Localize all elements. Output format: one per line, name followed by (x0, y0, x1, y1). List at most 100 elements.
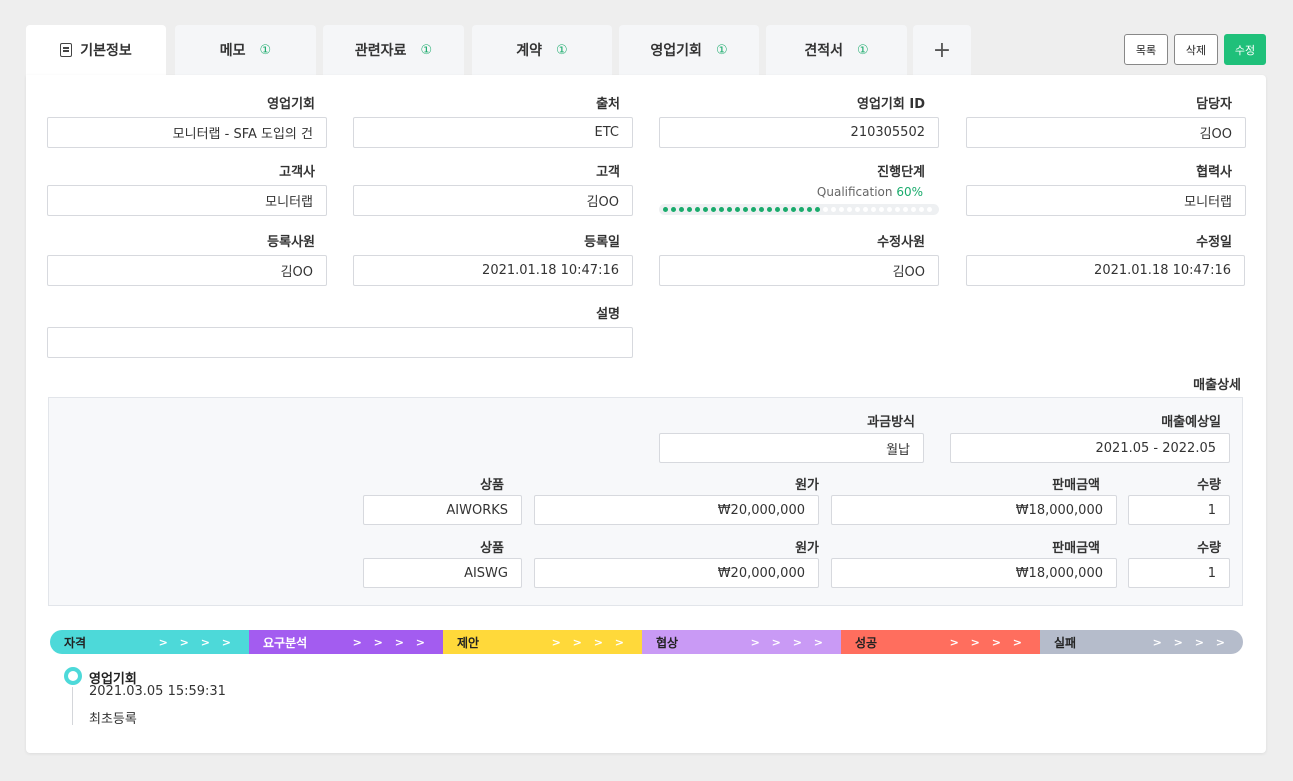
pipeline-stage-bar: 자격 > > > > 요구분석 > > > > 제안 > > > > 협상 > … (50, 630, 1243, 654)
progress-dot (735, 207, 740, 212)
owner-field[interactable]: 김OO (966, 117, 1246, 148)
add-tab-button[interactable]: + (913, 25, 971, 75)
progress-dot (791, 207, 796, 212)
price-field[interactable]: ₩18,000,000 (831, 558, 1117, 588)
opportunity-field[interactable]: 모니터랩 - SFA 도입의 건 (47, 117, 327, 148)
progress-dot (831, 207, 836, 212)
timeline-line (72, 687, 73, 725)
cost-field[interactable]: ₩20,000,000 (534, 558, 819, 588)
progress-dot (775, 207, 780, 212)
owner-label: 담당자 (1196, 97, 1232, 112)
progress-dot (743, 207, 748, 212)
stage-percent: 60% (896, 185, 923, 199)
qty-field[interactable]: 1 (1128, 558, 1230, 588)
progress-dot (871, 207, 876, 212)
stage-needs-analysis[interactable]: 요구분석 > > > > (249, 630, 443, 654)
progress-dot (927, 207, 932, 212)
progress-dot (783, 207, 788, 212)
tab-memo[interactable]: 메모 ① (175, 25, 316, 75)
sales-detail-box: 과금방식 월납 매출예상일 2021.05 - 2022.05 상품 AIWOR… (48, 397, 1243, 606)
progress-dot (823, 207, 828, 212)
stage-negotiation[interactable]: 협상 > > > > (642, 630, 841, 654)
description-label: 설명 (596, 307, 620, 322)
progress-dot (703, 207, 708, 212)
chevrons-icon: > > > > (949, 635, 1026, 649)
opportunity-label: 영업기회 (267, 97, 315, 112)
stage-label: 실패 (1054, 635, 1077, 650)
list-button[interactable]: 목록 (1124, 34, 1168, 65)
count-badge: ① (715, 42, 728, 58)
price-label: 판매금액 (1052, 541, 1100, 556)
partner-field[interactable]: 모니터랩 (966, 185, 1246, 216)
company-field[interactable]: 모니터랩 (47, 185, 327, 216)
progress-dot (751, 207, 756, 212)
stage-proposal[interactable]: 제안 > > > > (443, 630, 642, 654)
edit-button[interactable]: 수정 (1224, 34, 1266, 65)
stage-name: Qualification (816, 185, 893, 199)
price-field[interactable]: ₩18,000,000 (831, 495, 1117, 525)
progress-dot (671, 207, 676, 212)
tab-label: 영업기회 (650, 43, 702, 59)
stage-won[interactable]: 성공 > > > > (841, 630, 1040, 654)
registrar-label: 등록사원 (267, 235, 315, 250)
billing-field[interactable]: 월납 (659, 433, 924, 463)
chevrons-icon: > > > > (1152, 635, 1229, 649)
progress-dot (687, 207, 692, 212)
customer-label: 고객 (596, 165, 620, 180)
plus-icon: + (932, 37, 952, 63)
count-badge: ① (259, 42, 272, 58)
registrar-field[interactable]: 김OO (47, 255, 327, 286)
modifier-field[interactable]: 김OO (659, 255, 939, 286)
count-badge: ① (856, 42, 869, 58)
chevrons-icon: > > > > (750, 635, 827, 649)
progress-dot (919, 207, 924, 212)
expected-date-field[interactable]: 2021.05 - 2022.05 (950, 433, 1230, 463)
stage-label: 진행단계 (877, 165, 925, 180)
progress-dot (895, 207, 900, 212)
cost-label: 원가 (795, 478, 819, 493)
progress-dot (839, 207, 844, 212)
progress-dot (903, 207, 908, 212)
chevrons-icon: > > > > (551, 635, 628, 649)
tab-basic-info[interactable]: 기본정보 (26, 25, 166, 75)
cost-field[interactable]: ₩20,000,000 (534, 495, 819, 525)
chevrons-icon: > > > > (158, 635, 235, 649)
tab-contract[interactable]: 계약 ① (472, 25, 612, 75)
modified-at-field[interactable]: 2021.01.18 10:47:16 (966, 255, 1245, 286)
tab-quote[interactable]: 견적서 ① (766, 25, 907, 75)
partner-label: 협력사 (1196, 165, 1232, 180)
opportunity-id-field[interactable]: 210305502 (659, 117, 939, 148)
tab-opportunity[interactable]: 영업기회 ① (619, 25, 759, 75)
stage-label: 자격 (64, 635, 87, 650)
billing-label: 과금방식 (867, 415, 915, 430)
product-label: 상품 (480, 478, 504, 493)
tab-related-docs[interactable]: 관련자료 ① (323, 25, 464, 75)
progress-dot (911, 207, 916, 212)
detail-panel: 영업기회 모니터랩 - SFA 도입의 건 출처 ETC 영업기회 ID 210… (26, 75, 1266, 753)
stage-lost[interactable]: 실패 > > > > (1040, 630, 1243, 654)
tab-label: 계약 (516, 43, 543, 59)
company-label: 고객사 (279, 165, 315, 180)
chevrons-icon: > > > > (352, 635, 429, 649)
tab-label: 메모 (219, 43, 246, 59)
progress-dot (799, 207, 804, 212)
registered-at-field[interactable]: 2021.01.18 10:47:16 (353, 255, 633, 286)
tab-label: 관련자료 (354, 43, 407, 59)
product-field[interactable]: AIWORKS (363, 495, 522, 525)
progress-dot (695, 207, 700, 212)
source-field[interactable]: ETC (353, 117, 633, 148)
progress-dot (887, 207, 892, 212)
registered-at-label: 등록일 (584, 235, 620, 250)
progress-dot (711, 207, 716, 212)
expected-date-label: 매출예상일 (1161, 415, 1221, 430)
qty-field[interactable]: 1 (1128, 495, 1230, 525)
product-field[interactable]: AISWG (363, 558, 522, 588)
stage-progress-bar (659, 204, 939, 215)
stage-qualification[interactable]: 자격 > > > > (50, 630, 249, 654)
delete-button[interactable]: 삭제 (1174, 34, 1218, 65)
opportunity-id-label: 영업기회 ID (857, 97, 925, 112)
stage-label: 요구분석 (263, 635, 308, 650)
description-field[interactable] (47, 327, 633, 358)
customer-field[interactable]: 김OO (353, 185, 633, 216)
stage-label: 제안 (457, 635, 480, 650)
